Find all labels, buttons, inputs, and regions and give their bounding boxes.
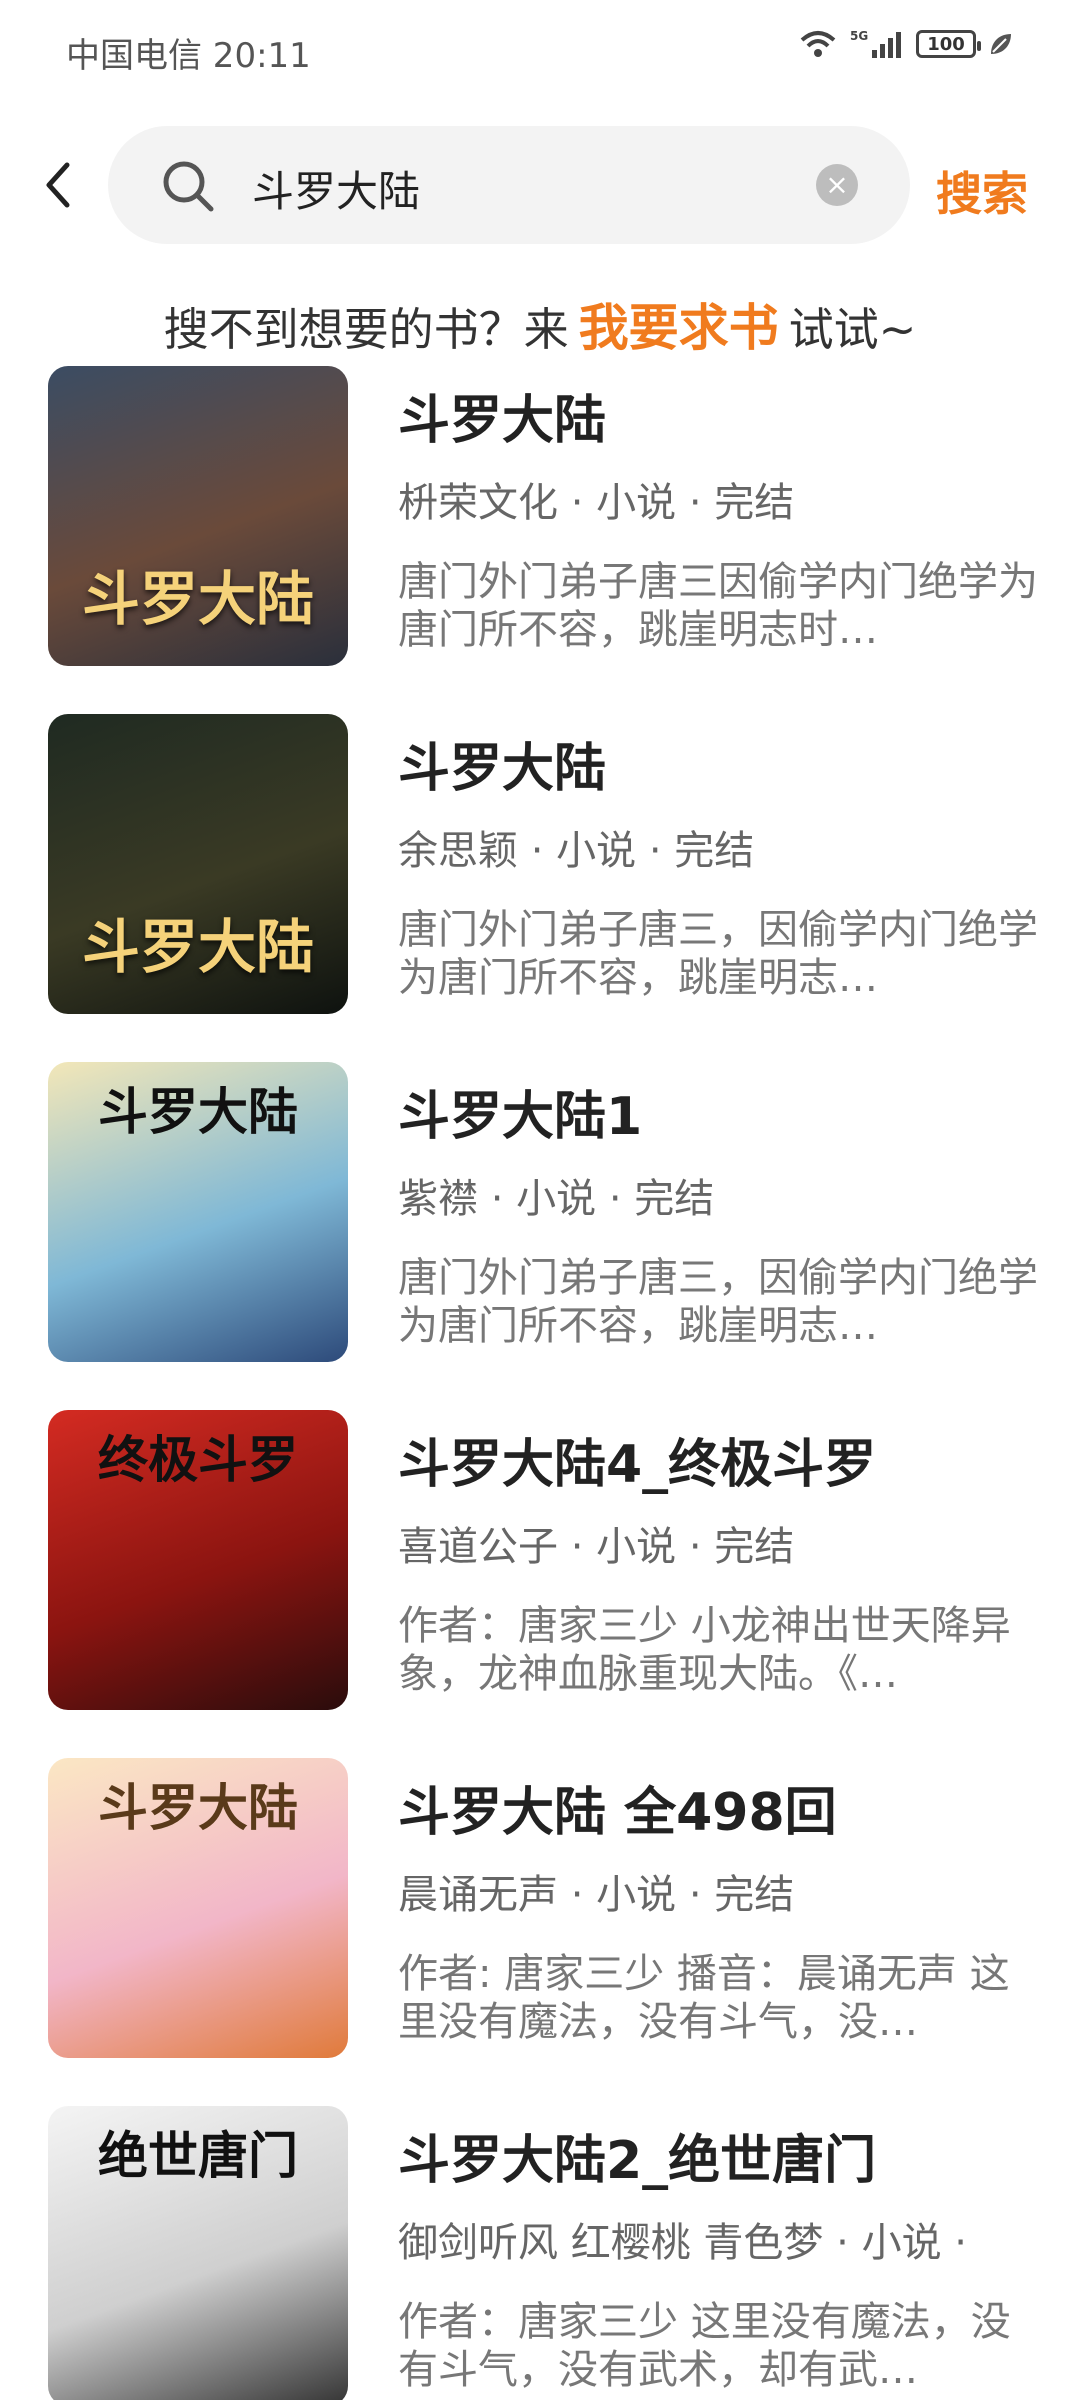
status-bar: 中国电信 20:11 5G 100 [0,0,1080,100]
book-title[interactable]: 斗罗大陆 全498回 [398,1770,837,1845]
cover-title: 斗罗大陆 [98,1082,298,1141]
book-meta: 枡荣文化 · 小说 · 完结 [398,480,795,526]
book-description: 作者: 唐家三少 播音：晨诵无声 这里没有魔法，没有斗气，没… [398,1951,1010,2045]
book-item[interactable]: 终极斗罗 斗罗大陆4_终极斗罗喜道公子 · 小说 · 完结作者：唐家三少 小龙神出… [0,1410,1080,1758]
search-icon [163,161,214,212]
book-title[interactable]: 斗罗大陆2_绝世唐门 [398,2118,876,2193]
clear-search-button[interactable]: × [816,164,858,206]
search-row: 斗罗大陆 × 搜索 [0,122,1080,248]
tip-prefix: 搜不到想要的书？来 [163,303,569,356]
close-icon: × [825,168,849,201]
book-meta: 紫襟 · 小说 · 完结 [398,1176,715,1222]
search-input[interactable]: 斗罗大陆 [252,158,420,219]
request-book-link[interactable]: 我要求书 [579,299,779,357]
request-book-tip: 搜不到想要的书？来 我要求书 试试~ [0,288,1080,360]
book-meta: 晨诵无声 · 小说 · 完结 [398,1872,795,1918]
book-cover[interactable]: 斗罗大陆 [48,1758,348,2058]
status-icons: 5G 100 [798,28,1014,60]
book-item[interactable]: 斗罗大陆 斗罗大陆1 紫襟 · 小说 · 完结唐门外门弟子唐三，因偷学内门绝学为唐门… [0,1062,1080,1410]
book-item[interactable]: 斗罗大陆 斗罗大陆 枡荣文化 · 小说 · 完结 唐门外门弟子唐三因偷学内门绝学为唐门… [0,366,1080,714]
book-meta: 御剑听风 红樱桃 青色梦 · 小说 · [398,2220,968,2266]
book-cover[interactable]: 绝世唐门 [48,2106,348,2400]
book-description: 唐门外门弟子唐三，因偷学内门绝学为唐门所不容，跳崖明志… [398,907,1038,1001]
book-description: 作者：唐家三少 小龙神出世天降异象，龙神血脉重现大陆。《… [398,1603,1011,1697]
book-list: 斗罗大陆 斗罗大陆 枡荣文化 · 小说 · 完结 唐门外门弟子唐三因偷学内门绝学为唐门… [0,366,1080,2400]
book-title[interactable]: 斗罗大陆4_终极斗罗 [398,1422,876,1497]
book-item[interactable]: 斗罗大陆 斗罗大陆 全498回晨诵无声 · 小说 · 完结作者: 唐家三少 播音：… [0,1758,1080,2106]
book-item[interactable]: 斗罗大陆 斗罗大陆 余思颖 · 小说 · 完结 唐门外门弟子唐三，因偷学内门绝学为唐门… [0,714,1080,1062]
chevron-left-icon [46,162,70,208]
back-button[interactable] [36,158,80,212]
book-meta: 余思颖 · 小说 · 完结 [398,828,755,874]
wifi-icon [800,31,836,57]
book-cover[interactable]: 斗罗大陆 [48,714,348,1014]
search-box[interactable]: 斗罗大陆 × [108,126,910,244]
book-cover[interactable]: 终极斗罗 [48,1410,348,1710]
cover-title: 斗罗大陆 [81,913,314,981]
book-description: 唐门外门弟子唐三，因偷学内门绝学为唐门所不容，跳崖明志… [398,1255,1038,1349]
signal-5g-icon: 5G [850,29,901,58]
book-title[interactable]: 斗罗大陆 [398,726,606,801]
cover-title: 绝世唐门 [98,2126,298,2185]
book-description: 作者：唐家三少 这里没有魔法，没有斗气，没有武术，却有武… [398,2299,1011,2393]
search-button[interactable]: 搜索 [936,158,1028,224]
cover-title: 终极斗罗 [98,1430,298,1489]
cover-title: 斗罗大陆 [98,1778,298,1837]
battery-icon: 100 [916,30,981,58]
book-cover[interactable]: 斗罗大陆 [48,366,348,666]
cover-title: 斗罗大陆 [81,565,314,633]
book-cover[interactable]: 斗罗大陆 [48,1062,348,1362]
book-meta: 喜道公子 · 小说 · 完结 [398,1524,795,1570]
leaf-icon [991,34,1011,54]
book-title[interactable]: 斗罗大陆1 [398,1074,642,1149]
tip-suffix: 试试~ [788,303,917,356]
carrier-time: 中国电信 20:11 [66,36,311,76]
svg-text:5G: 5G [850,29,868,43]
book-title[interactable]: 斗罗大陆 [398,378,606,453]
book-item[interactable]: 绝世唐门 斗罗大陆2_绝世唐门御剑听风 红樱桃 青色梦 · 小说 · 作者：唐家三少… [0,2106,1080,2400]
book-description: 唐门外门弟子唐三因偷学内门绝学为唐门所不容，跳崖明志时… [398,559,1038,653]
